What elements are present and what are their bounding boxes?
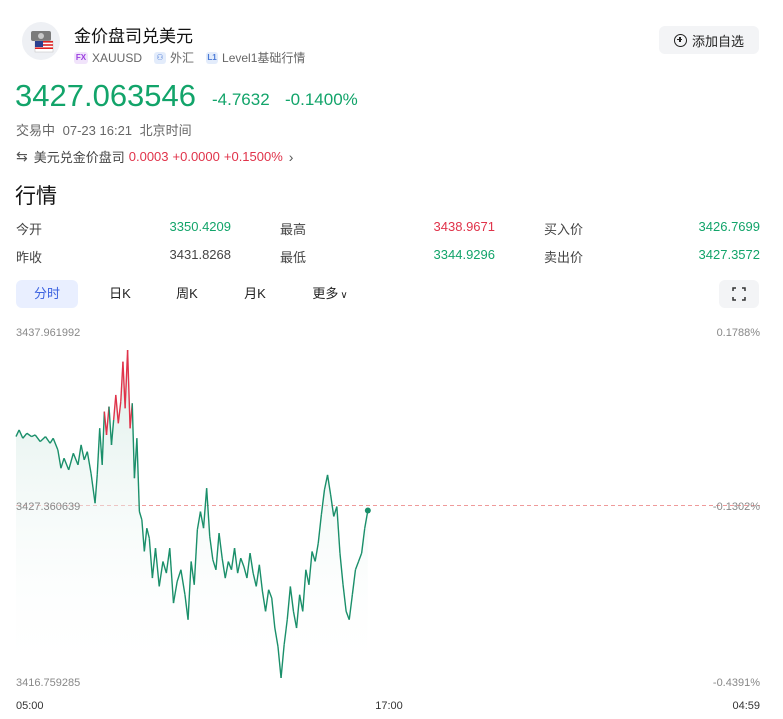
- intraday-chart[interactable]: 3437.961992 3427.360639 3416.759285 0.17…: [0, 320, 783, 719]
- related-price: 0.0003: [128, 149, 169, 164]
- stat-value-prev-close: 3431.8268: [169, 247, 231, 262]
- x-axis-label-end: 04:59: [732, 700, 760, 712]
- market-tag: 外汇: [170, 51, 195, 65]
- asset-tags: FX XAUUSD ⚇ 外汇 L1 Level1基础行情: [74, 49, 317, 66]
- plus-circle-icon: [673, 33, 687, 47]
- level-tag: Level1基础行情: [222, 51, 306, 65]
- y-axis-pct-mid: -0.1302%: [713, 501, 760, 513]
- y-axis-label-top: 3437.961992: [16, 327, 80, 339]
- fullscreen-button[interactable]: [719, 280, 759, 308]
- last-price-marker: [364, 507, 371, 514]
- tab-daily-k[interactable]: 日K: [98, 280, 142, 308]
- trading-status: 交易中 07-23 16:21 北京时间: [16, 120, 196, 139]
- xauusd-logo: [22, 22, 60, 60]
- tab-monthly-k[interactable]: 月K: [233, 280, 277, 308]
- price-change: -4.7632: [212, 90, 270, 109]
- tab-more-label: 更多: [312, 286, 339, 301]
- tab-intraday[interactable]: 分时: [16, 280, 78, 308]
- stat-label-ask: 卖出价: [544, 250, 584, 265]
- stat-label-low: 最低: [280, 250, 307, 265]
- related-change-percent: +0.1500%: [223, 149, 283, 164]
- y-axis-label-bottom: 3416.759285: [16, 677, 80, 689]
- forex-icon: ⚇: [154, 51, 167, 64]
- stat-value-low: 3344.9296: [433, 247, 495, 262]
- price-change-percent: -0.1400%: [285, 90, 358, 109]
- swap-icon: ⇆: [16, 148, 28, 164]
- x-axis-label-start: 05:00: [16, 700, 44, 712]
- x-axis-label-mid: 17:00: [375, 700, 403, 712]
- y-axis-pct-bottom: -0.4391%: [713, 677, 760, 689]
- quote-datetime: 07-23 16:21: [62, 123, 133, 138]
- chevron-down-icon: ∨: [340, 290, 348, 301]
- y-axis-label-mid: 3427.360639: [16, 501, 80, 513]
- symbol-tag: XAUUSD: [92, 50, 143, 65]
- tab-weekly-k[interactable]: 周K: [165, 280, 209, 308]
- stat-value-ask: 3427.3572: [698, 247, 760, 262]
- add-watchlist-button[interactable]: 添加自选: [659, 26, 759, 54]
- add-watchlist-label: 添加自选: [691, 33, 744, 49]
- stat-value-bid: 3426.7699: [698, 219, 760, 234]
- last-price: 3427.063546: [15, 78, 197, 113]
- related-pair-link[interactable]: ⇆ 美元兑金价盘司 0.0003 +0.0000 +0.1500% ›: [16, 147, 293, 166]
- asset-title: 金价盘司兑美元: [74, 27, 193, 46]
- related-change: +0.0000: [172, 149, 220, 164]
- stat-label-open: 今开: [16, 222, 43, 237]
- chevron-right-icon: ›: [288, 148, 294, 165]
- y-axis-pct-top: 0.1788%: [717, 327, 761, 339]
- stat-value-high: 3438.9671: [433, 219, 495, 234]
- stat-label-high: 最高: [280, 222, 307, 237]
- fullscreen-icon: [732, 287, 746, 301]
- timezone-label: 北京时间: [139, 123, 192, 138]
- stat-label-prev-close: 昨收: [16, 250, 43, 265]
- related-name: 美元兑金价盘司: [33, 150, 125, 165]
- section-title: 行情: [15, 185, 57, 208]
- stat-value-open: 3350.4209: [169, 219, 231, 234]
- status-label: 交易中: [16, 123, 56, 138]
- price-area: [16, 350, 368, 682]
- stat-label-bid: 买入价: [544, 222, 584, 237]
- tab-more[interactable]: 更多 ∨: [300, 280, 360, 308]
- level1-icon: L1: [206, 51, 219, 64]
- fx-icon: FX: [74, 51, 88, 64]
